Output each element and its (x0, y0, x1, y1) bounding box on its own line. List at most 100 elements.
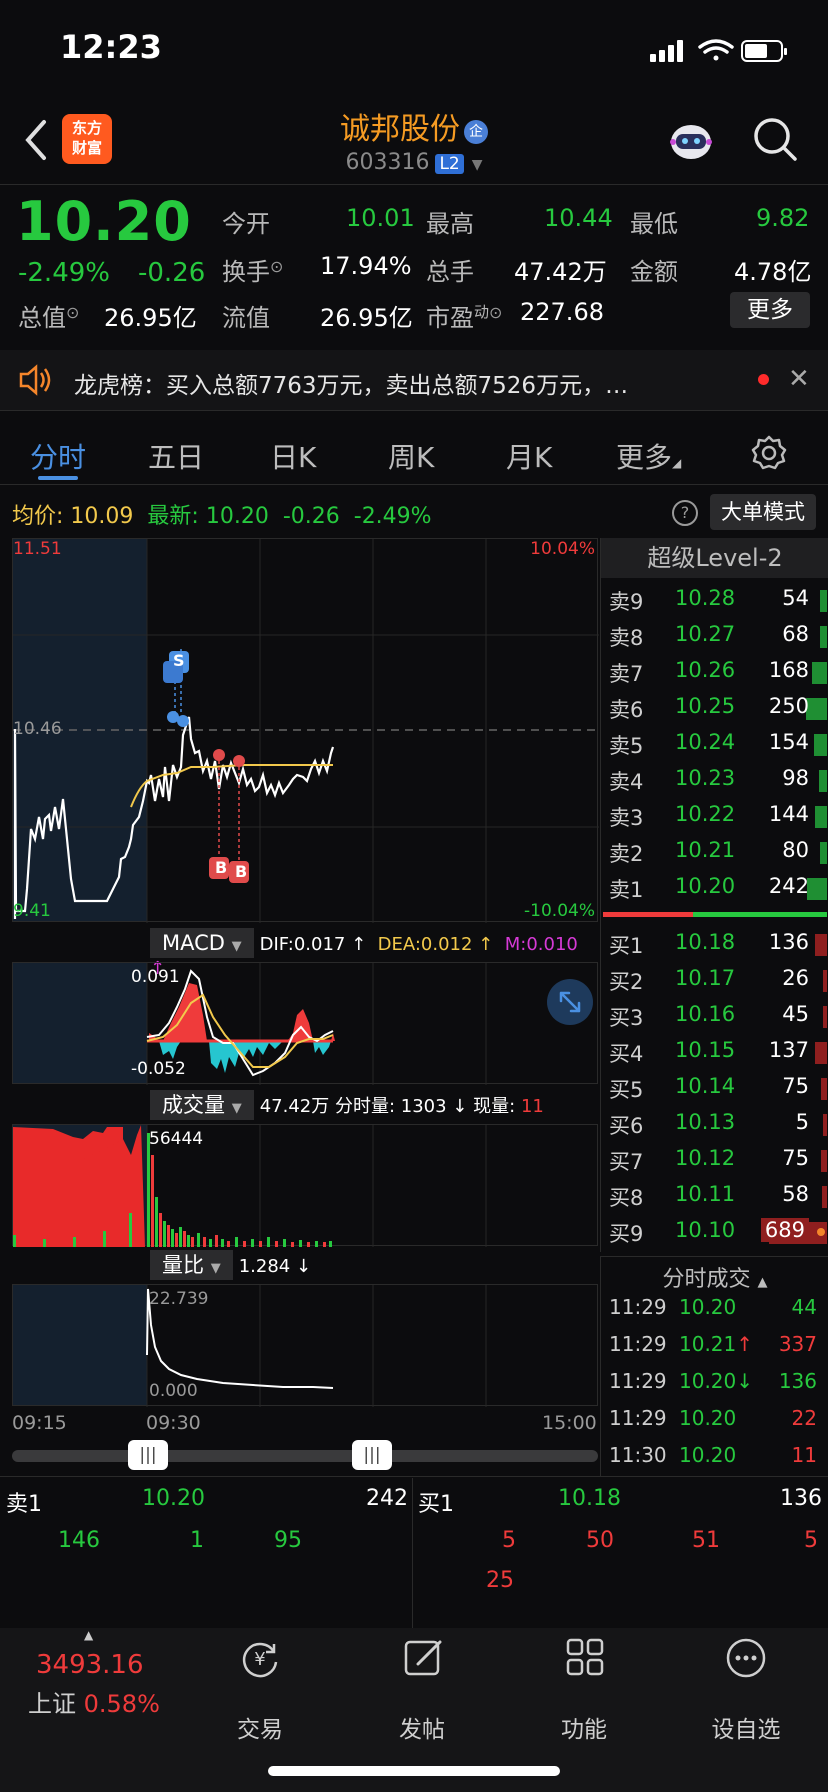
status-time: 12:23 (60, 28, 162, 66)
index-quote[interactable]: 上证 0.58% (28, 1684, 160, 1719)
level-label: 卖4 (609, 770, 644, 794)
tab-daily-k[interactable]: 日K (270, 436, 316, 476)
app-root: { "status": {"time": "12:23"}, "header":… (0, 0, 828, 1792)
level2-badge: L2 (435, 154, 464, 174)
info-icon[interactable]: ⊙ (270, 257, 283, 276)
bid-row[interactable]: 买1 10.18 136 (601, 926, 827, 962)
notice-bar[interactable]: 龙虎榜：买入总额7763万元，卖出总额7526万元，… ✕ (0, 350, 828, 410)
tab-weekly-k[interactable]: 周K (388, 436, 434, 476)
tab-intraday[interactable]: 分时 (30, 436, 86, 476)
level2-title[interactable]: 超级Level-2 (601, 538, 828, 578)
ask-row[interactable]: 卖5 10.24 154 (601, 726, 827, 762)
level-label: 卖3 (609, 806, 644, 830)
volume-chart[interactable]: 56444 (12, 1124, 598, 1247)
expand-chart-button[interactable] (547, 979, 593, 1025)
macd-svg (146, 963, 487, 1085)
level-volume: 242 (768, 874, 809, 898)
bid-row[interactable]: 买9 10.10 689 (601, 1214, 827, 1250)
ratio-chart[interactable]: 22.739 0.000 (12, 1284, 598, 1407)
nav-watchlist[interactable]: 设自选 (686, 1710, 806, 1744)
ask-row[interactable]: 卖7 10.26 168 (601, 654, 827, 690)
ask-row[interactable]: 卖1 10.20 242 (601, 870, 827, 906)
level-price: 10.25 (675, 694, 736, 718)
volume-bar (814, 734, 827, 756)
ask-row[interactable]: 卖8 10.27 68 (601, 618, 827, 654)
bid-row[interactable]: 买6 10.13 5 (601, 1106, 827, 1142)
help-icon[interactable]: ? (672, 500, 698, 526)
trade-icon[interactable]: ¥ (238, 1636, 282, 1680)
macd-indicator-select[interactable]: MACD ▼ (150, 928, 254, 958)
robot-assistant-icon[interactable] (668, 118, 714, 162)
search-icon[interactable] (752, 116, 798, 162)
tick-row: 11:30 10.20 11 (601, 1443, 827, 1479)
tab-monthly-k[interactable]: 月K (506, 436, 552, 476)
level-price: 10.21 (675, 838, 736, 862)
mktcap-label: 总值⊙ (18, 303, 80, 332)
tab-five-day[interactable]: 五日 (148, 436, 204, 476)
functions-icon[interactable] (564, 1636, 608, 1680)
macd-chart[interactable]: 0.091 -0.052 (12, 962, 598, 1085)
price-axis-bottom: 9.41 (13, 901, 51, 921)
nav-trade[interactable]: 交易 (200, 1710, 320, 1744)
post-icon[interactable] (402, 1636, 446, 1680)
more-quote-button[interactable]: 更多 (730, 292, 810, 328)
sell-marker-label[interactable]: S (173, 651, 185, 670)
avg-price: 10.09 (70, 504, 134, 529)
buy-marker-label[interactable]: B (215, 858, 227, 877)
tab-indicator (38, 476, 78, 480)
high-value: 10.44 (544, 204, 613, 232)
slider-handle-right[interactable]: ||| (352, 1440, 392, 1470)
level-volume: 250 (768, 694, 809, 718)
bid-row[interactable]: 买8 10.11 58 (601, 1178, 827, 1214)
latest-pct: -2.49% (353, 504, 432, 529)
index-name: 上证 (28, 1690, 76, 1718)
big-order-mode-button[interactable]: 大单模式 (710, 494, 816, 530)
bid-order-3: 51 (692, 1528, 720, 1553)
volume-bar (820, 590, 827, 612)
ask-row[interactable]: 卖4 10.23 98 (601, 762, 827, 798)
volume-indicator-select[interactable]: 成交量 ▼ (150, 1090, 254, 1120)
level-label: 买3 (609, 1006, 644, 1030)
index-value[interactable]: 3493.16 (36, 1650, 144, 1680)
tick-time: 11:29 (609, 1295, 667, 1319)
bid-row[interactable]: 买4 10.15 137 (601, 1034, 827, 1070)
buy-marker-label[interactable]: B (235, 862, 247, 881)
volume-bar (821, 1150, 827, 1172)
bid-row[interactable]: 买7 10.12 75 (601, 1142, 827, 1178)
info-icon[interactable]: ⊙ (489, 303, 502, 322)
close-icon[interactable]: ✕ (788, 364, 810, 394)
ask-row[interactable]: 卖2 10.21 80 (601, 834, 827, 870)
tick-price: 10.20 (679, 1406, 737, 1430)
open-value: 10.01 (346, 204, 415, 232)
bid-row[interactable]: 买3 10.16 45 (601, 998, 827, 1034)
ask-row[interactable]: 卖6 10.25 250 (601, 690, 827, 726)
ask-row[interactable]: 卖9 10.28 54 (601, 582, 827, 618)
bid-row[interactable]: 买2 10.17 26 (601, 962, 827, 998)
watchlist-icon[interactable] (724, 1636, 768, 1680)
info-icon[interactable]: ⊙ (66, 303, 79, 322)
tick-price: 10.20 (679, 1443, 737, 1467)
bid-row[interactable]: 买5 10.14 75 (601, 1070, 827, 1106)
bid-order-2: 50 (586, 1528, 614, 1553)
high-label: 最高 (426, 210, 474, 238)
nav-functions[interactable]: 功能 (524, 1710, 644, 1744)
volume-bar (812, 662, 827, 684)
slider-handle-left[interactable]: ||| (128, 1440, 168, 1470)
price-chart[interactable]: S B B 11.51 10.46 9.41 10.04% -10.04% (12, 538, 599, 923)
divider (0, 184, 828, 185)
index-pct: 0.58% (83, 1690, 160, 1718)
tab-more[interactable]: 更多◢ (616, 436, 681, 476)
change-pct: -2.49% (18, 258, 110, 288)
nav-post[interactable]: 发帖 (362, 1710, 482, 1744)
gear-icon[interactable] (750, 434, 788, 472)
volume-bar (807, 878, 827, 900)
volume-value: 47.42万 (514, 258, 607, 286)
order-book: 超级Level-2 卖9 10.28 54 卖8 10.27 68 卖7 10.26 168 卖6… (600, 538, 828, 1252)
ratio-indicator-select[interactable]: 量比 ▼ (150, 1250, 233, 1280)
price-chart-svg (13, 539, 599, 923)
time-range-slider[interactable] (12, 1450, 598, 1462)
ask-row[interactable]: 卖3 10.22 144 (601, 798, 827, 834)
amount-label: 金额 (630, 258, 678, 286)
level-volume: 75 (782, 1146, 809, 1170)
tick-trades[interactable]: 分时成交 ▲ 11:29 10.20 44 11:29 10.21↑ 337 11:29 10… (600, 1256, 828, 1476)
